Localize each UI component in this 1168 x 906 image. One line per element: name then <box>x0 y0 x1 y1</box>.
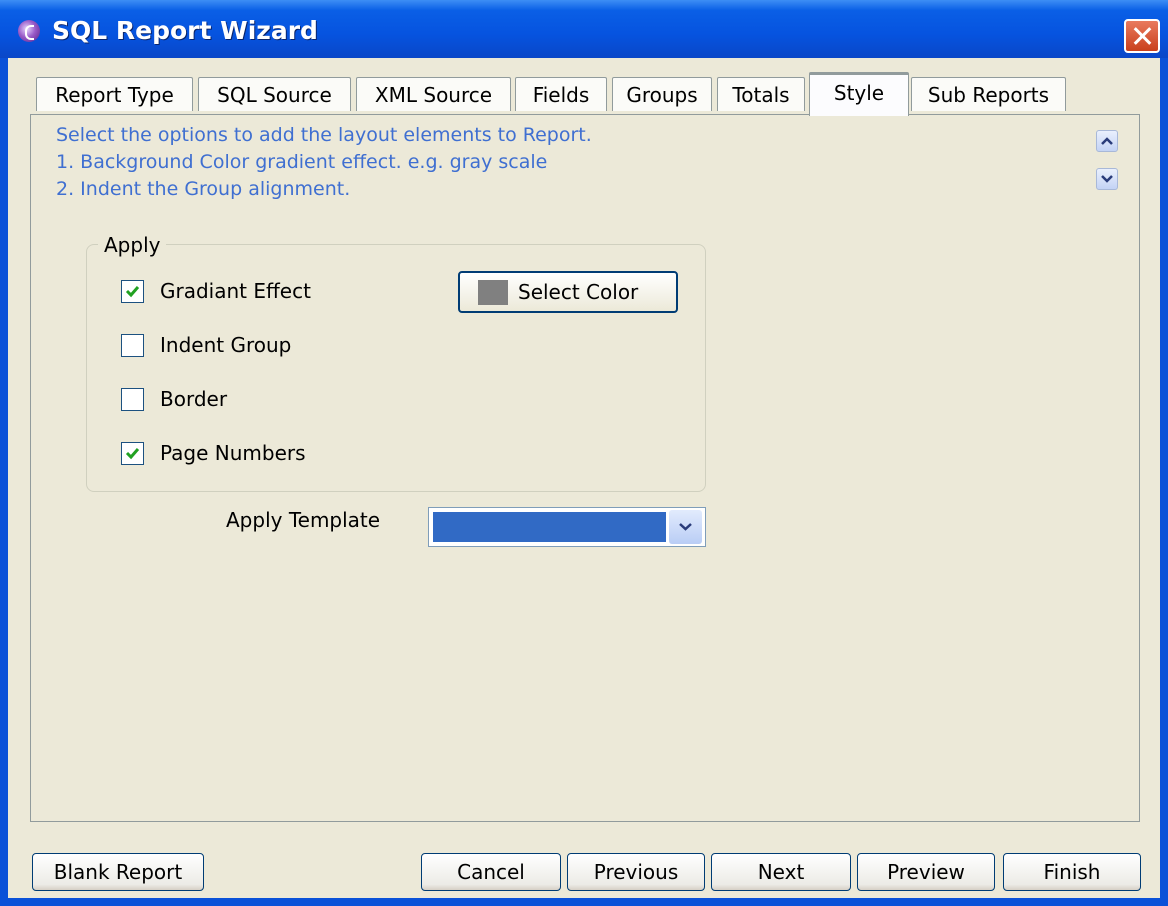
apply-legend: Apply <box>98 233 167 257</box>
previous-button[interactable]: Previous <box>567 853 705 891</box>
template-dropdown-button[interactable] <box>669 510 702 544</box>
cancel-button[interactable]: Cancel <box>421 853 561 891</box>
checkmark-icon <box>125 286 140 298</box>
tab-fields[interactable]: Fields <box>515 77 607 111</box>
preview-button[interactable]: Preview <box>857 853 995 891</box>
template-selected-value[interactable] <box>433 512 666 542</box>
indent-group-checkbox[interactable] <box>121 334 144 357</box>
border-label[interactable]: Border <box>160 387 227 411</box>
chevron-down-icon <box>1101 175 1113 183</box>
app-icon <box>18 20 40 42</box>
info-line-1: Select the options to add the layout ele… <box>56 124 592 146</box>
scroll-up-button[interactable] <box>1096 130 1118 152</box>
color-swatch <box>478 280 508 305</box>
indent-group-label[interactable]: Indent Group <box>160 333 291 357</box>
apply-template-label: Apply Template <box>226 508 381 532</box>
checkmark-icon <box>125 448 140 460</box>
finish-button[interactable]: Finish <box>1003 853 1141 891</box>
page-numbers-checkbox[interactable] <box>121 442 144 465</box>
page-numbers-label[interactable]: Page Numbers <box>160 441 306 465</box>
scroll-down-button[interactable] <box>1096 168 1118 190</box>
next-button[interactable]: Next <box>711 853 851 891</box>
tab-report-type[interactable]: Report Type <box>36 77 193 111</box>
title-bar[interactable]: SQL Report Wizard <box>0 0 1168 58</box>
info-line-2: 1. Background Color gradient effect. e.g… <box>56 151 548 173</box>
tab-groups[interactable]: Groups <box>612 77 712 111</box>
gradient-effect-checkbox[interactable] <box>121 280 144 303</box>
select-color-label: Select Color <box>518 280 639 304</box>
tab-xml-source[interactable]: XML Source <box>356 77 511 111</box>
chevron-down-icon <box>679 523 692 531</box>
select-color-button[interactable]: Select Color <box>458 271 678 313</box>
tab-totals[interactable]: Totals <box>717 77 805 111</box>
chevron-up-icon <box>1101 137 1113 145</box>
close-button[interactable] <box>1124 19 1160 53</box>
blank-report-button[interactable]: Blank Report <box>32 853 204 891</box>
window-title: SQL Report Wizard <box>52 16 318 45</box>
info-line-3: 2. Indent the Group alignment. <box>56 178 351 200</box>
tab-sub-reports[interactable]: Sub Reports <box>911 77 1066 111</box>
template-dropdown[interactable] <box>428 507 706 547</box>
tab-sql-source[interactable]: SQL Source <box>198 77 351 111</box>
gradient-effect-label[interactable]: Gradiant Effect <box>160 279 311 303</box>
border-checkbox[interactable] <box>121 388 144 411</box>
tab-style[interactable]: Style <box>809 72 909 116</box>
